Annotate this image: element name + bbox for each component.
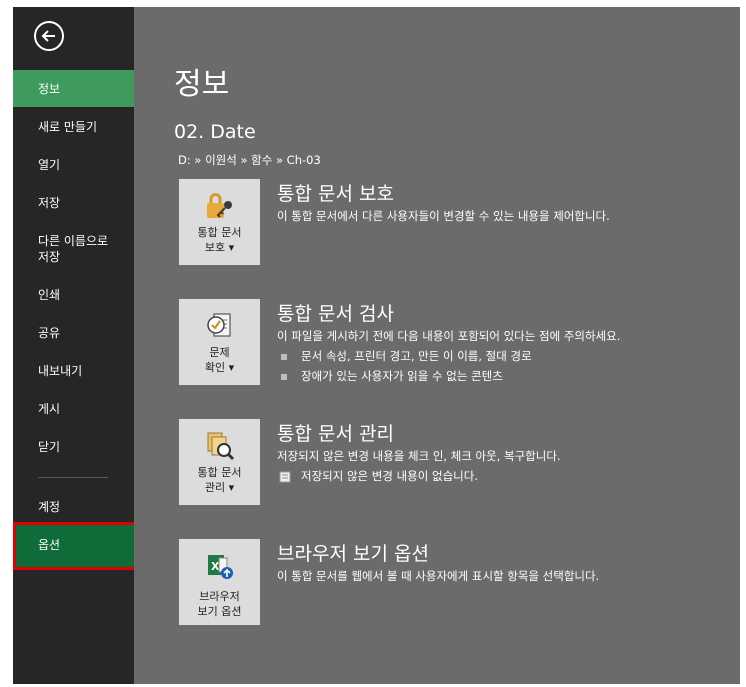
- manage-tile-line1: 통합 문서: [197, 466, 242, 479]
- back-arrow-icon[interactable]: [34, 21, 64, 51]
- sidebar-item-account[interactable]: 계정: [13, 499, 134, 515]
- protect-workbook-button[interactable]: 통합 문서 보호 ▾: [179, 179, 260, 265]
- inspect-title: 통합 문서 검사: [277, 303, 394, 325]
- protect-description: 이 통합 문서에서 다른 사용자들이 변경할 수 있는 내용을 제어합니다.: [277, 209, 610, 223]
- check-for-issues-button[interactable]: 문제 확인 ▾: [179, 299, 260, 385]
- section-manage-workbook: 통합 문서 관리 ▾ 통합 문서 관리 저장되지 않은 변경 내용을 체크 인,…: [179, 419, 739, 509]
- sidebar-item-print[interactable]: 인쇄: [13, 287, 134, 303]
- manage-tile-line2: 관리 ▾: [204, 481, 235, 494]
- sidebar-item-share[interactable]: 공유: [13, 325, 134, 341]
- page-title: 정보: [174, 67, 230, 102]
- inspect-tile-line2: 확인 ▾: [204, 361, 235, 374]
- sidebar-item-save-as-line2: 저장: [38, 250, 61, 264]
- section-protect-workbook: 통합 문서 보호 ▾ 통합 문서 보호 이 통합 문서에서 다른 사용자들이 변…: [179, 179, 739, 269]
- browser-tile-line2: 보기 옵션: [197, 605, 242, 618]
- bullet-square-icon: [281, 373, 287, 380]
- manage-workbook-icon: [207, 432, 235, 461]
- manage-description: 저장되지 않은 변경 내용을 체크 인, 체크 아웃, 복구합니다.: [277, 449, 561, 463]
- sidebar-item-info[interactable]: 정보: [13, 70, 134, 107]
- manage-workbook-button[interactable]: 통합 문서 관리 ▾: [179, 419, 260, 505]
- browser-view-options-button[interactable]: X 브라우저 보기 옵션: [179, 539, 260, 625]
- browser-title: 브라우저 보기 옵션: [277, 543, 429, 565]
- manage-bullet-1: 저장되지 않은 변경 내용이 없습니다.: [279, 468, 478, 484]
- section-inspect-workbook: 문제 확인 ▾ 통합 문서 검사 이 파일을 게시하기 전에 다음 내용이 포함…: [179, 299, 739, 389]
- protect-tile-line1: 통합 문서: [197, 226, 242, 239]
- lock-key-icon: [207, 193, 232, 218]
- manage-title: 통합 문서 관리: [277, 423, 394, 445]
- file-name: 02. Date: [174, 121, 256, 143]
- sidebar-item-close[interactable]: 닫기: [13, 439, 134, 455]
- sidebar-item-publish[interactable]: 게시: [13, 401, 134, 417]
- section-browser-view: X 브라우저 보기 옵션 브라우저 보기 옵션 이 통합 문서를 웹에서 볼 때…: [179, 539, 739, 629]
- sidebar-item-save-as-line1: 다른 이름으로: [38, 234, 109, 248]
- browser-description: 이 통합 문서를 웹에서 볼 때 사용자에게 표시할 항목을 선택합니다.: [277, 569, 600, 583]
- sidebar-divider: [38, 477, 108, 478]
- file-path[interactable]: D: » 이원석 » 함수 » Ch-03: [178, 152, 321, 168]
- protect-tile-line2: 보호 ▾: [204, 241, 235, 254]
- options-highlight-box: [13, 522, 139, 570]
- backstage-frame: 정보 새로 만들기 열기 저장 다른 이름으로 저장 인쇄 공유 내보내기 게시…: [13, 7, 740, 684]
- inspect-description: 이 파일을 게시하기 전에 다음 내용이 포함되어 있다는 점에 주의하세요.: [277, 329, 621, 343]
- sidebar-item-save-as[interactable]: 다른 이름으로 저장: [13, 233, 134, 265]
- sidebar-item-new[interactable]: 새로 만들기: [13, 119, 134, 135]
- protect-title: 통합 문서 보호: [277, 183, 394, 205]
- main-panel: 정보 02. Date D: » 이원석 » 함수 » Ch-03 통합 문서 …: [134, 7, 740, 684]
- inspect-document-icon: [207, 313, 231, 337]
- inspect-tile-line1: 문제: [209, 346, 230, 359]
- inspect-bullet-1: 문서 속성, 프린터 경고, 만든 이 이름, 절대 경로: [281, 348, 532, 364]
- inspect-bullet-2-text: 장애가 있는 사용자가 읽을 수 없는 콘텐츠: [301, 369, 503, 383]
- sidebar-item-save[interactable]: 저장: [13, 195, 134, 211]
- document-small-icon: [279, 471, 291, 482]
- browser-view-icon: X: [208, 555, 233, 579]
- manage-bullet-1-text: 저장되지 않은 변경 내용이 없습니다.: [301, 469, 478, 483]
- sidebar: 정보 새로 만들기 열기 저장 다른 이름으로 저장 인쇄 공유 내보내기 게시…: [13, 7, 139, 684]
- sidebar-item-open[interactable]: 열기: [13, 157, 134, 173]
- bullet-square-icon: [281, 353, 287, 360]
- inspect-bullet-1-text: 문서 속성, 프린터 경고, 만든 이 이름, 절대 경로: [301, 349, 532, 363]
- sidebar-item-export[interactable]: 내보내기: [13, 363, 134, 379]
- browser-tile-line1: 브라우저: [199, 590, 240, 603]
- inspect-bullet-2: 장애가 있는 사용자가 읽을 수 없는 콘텐츠: [281, 368, 503, 384]
